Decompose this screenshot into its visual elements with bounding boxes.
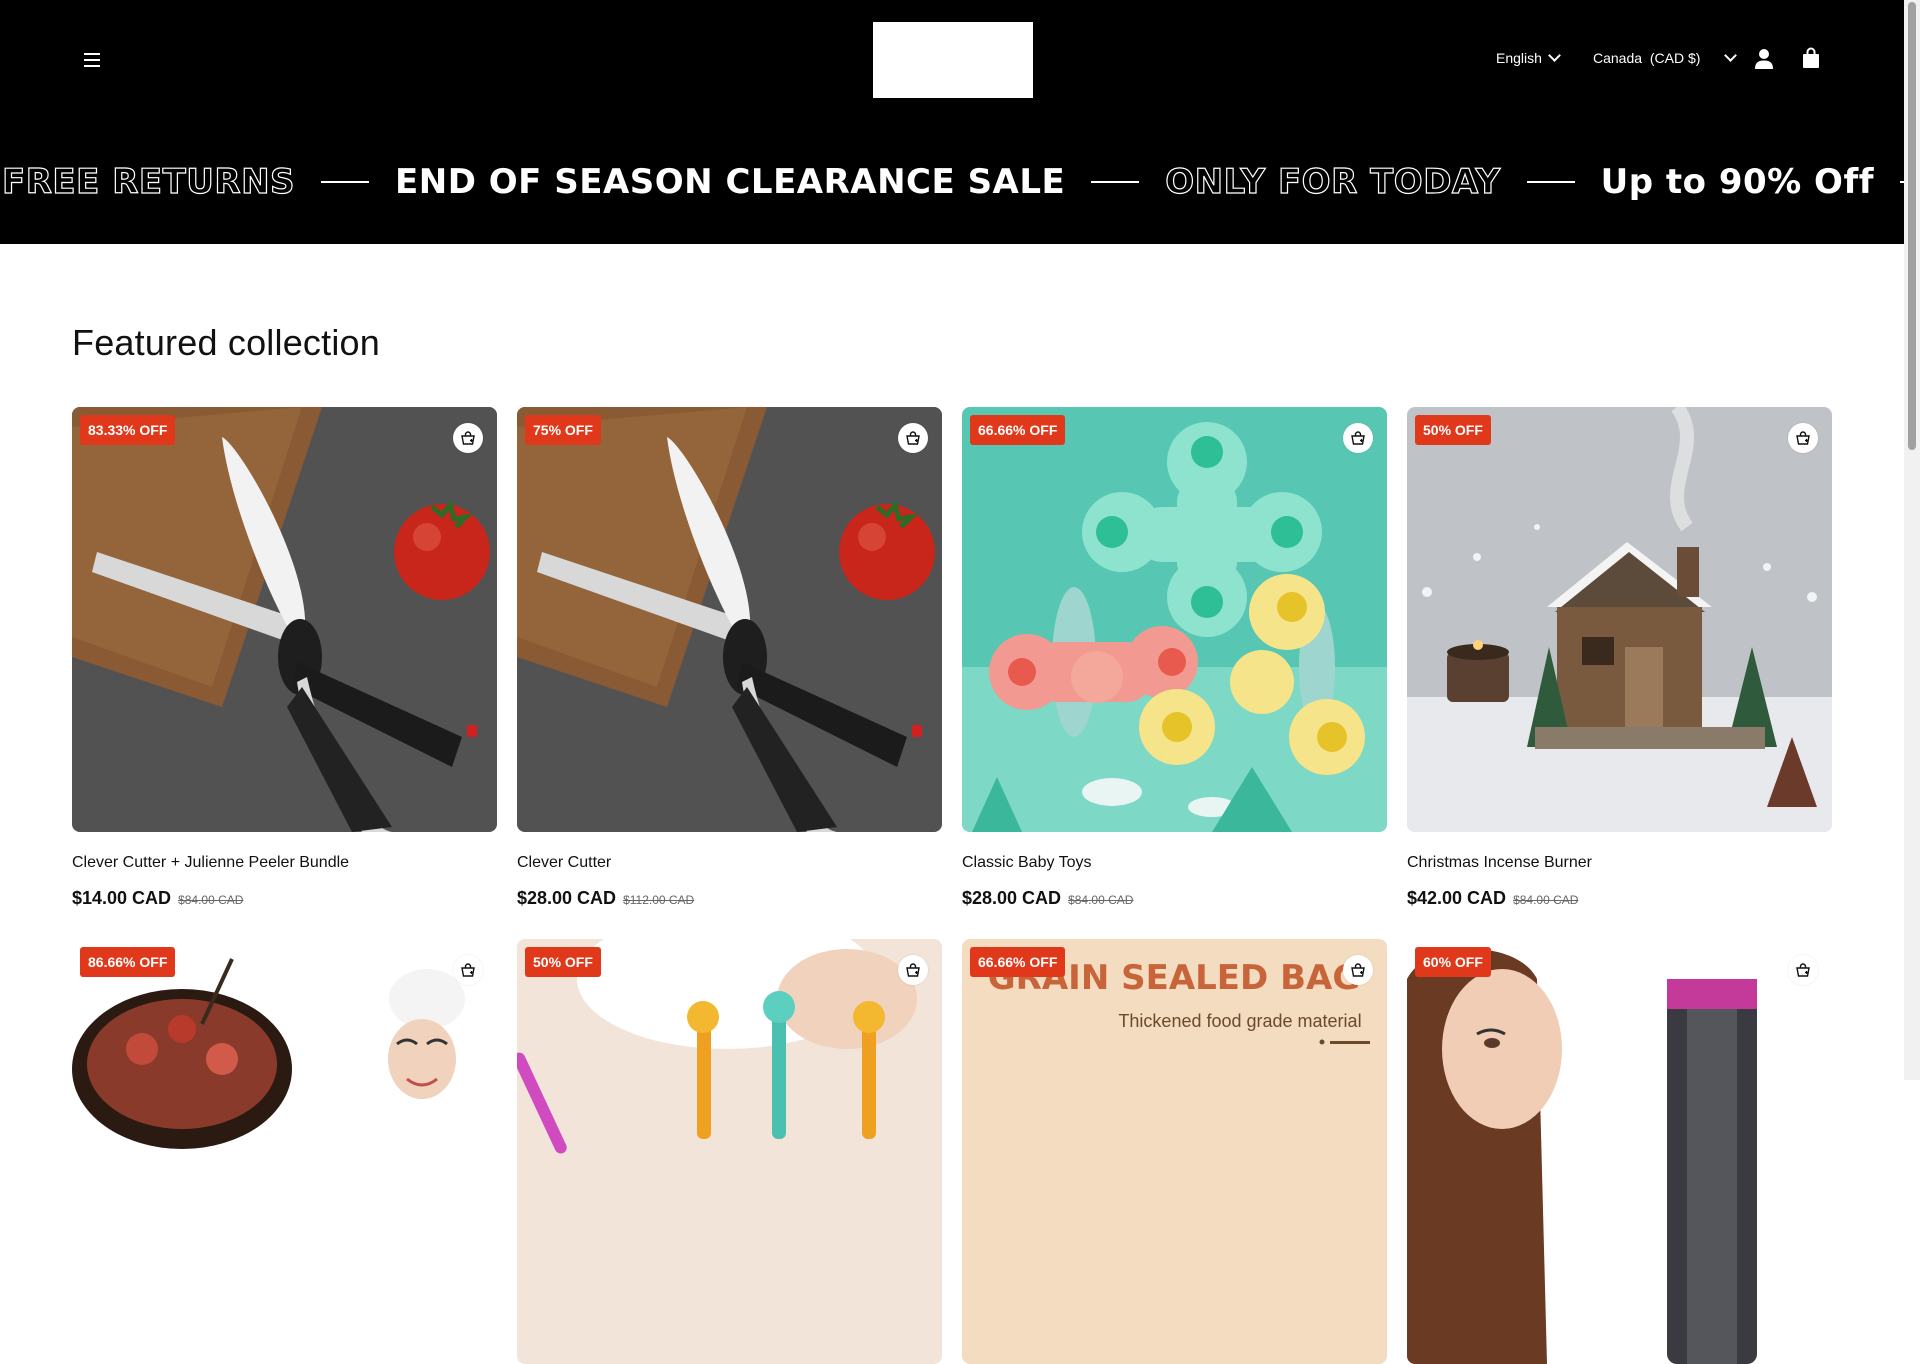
discount-badge: 50% OFF — [525, 947, 601, 977]
add-to-cart-icon — [1795, 962, 1811, 978]
quick-add-button[interactable] — [1788, 955, 1818, 985]
marquee-item: END OF SEASON CLEARANCE SALE — [395, 162, 1066, 202]
marquee-item: FREE RETURNS — [1, 161, 296, 202]
product-title[interactable]: Clever Cutter — [517, 854, 942, 872]
product-image[interactable]: 66.66% OFF — [962, 407, 1387, 832]
marquee-item: Up to 90% Off — [1600, 162, 1875, 202]
product-card[interactable]: 50% OFF Christmas Incense Burner $42.00 … — [1407, 407, 1832, 909]
discount-badge: 83.33% OFF — [80, 415, 176, 445]
product-title[interactable]: Classic Baby Toys — [962, 854, 1387, 872]
product-prices: $28.00 CAD $84.00 CAD — [962, 888, 1387, 909]
sale-price: $14.00 CAD — [72, 888, 172, 908]
product-image[interactable]: 86.66% OFF — [72, 939, 497, 1364]
compare-price: $84.00 CAD — [178, 893, 244, 907]
product-image[interactable]: 75% OFF — [517, 407, 942, 832]
sale-price: $28.00 CAD — [517, 888, 617, 908]
discount-badge: 86.66% OFF — [80, 947, 176, 977]
section-title: Featured collection — [72, 322, 380, 363]
currency-label: (CAD $) — [1649, 50, 1701, 66]
menu-icon[interactable] — [78, 46, 108, 74]
add-to-cart-icon — [460, 962, 476, 978]
discount-badge: 66.66% OFF — [970, 947, 1066, 977]
sale-price: $42.00 CAD — [1407, 888, 1507, 908]
quick-add-button[interactable] — [1343, 955, 1373, 985]
language-label: English — [1496, 50, 1542, 66]
product-card[interactable]: 86.66% OFF — [72, 939, 497, 1364]
product-image[interactable]: 50% OFF — [1407, 407, 1832, 832]
discount-badge: 60% OFF — [1415, 947, 1491, 977]
language-selector[interactable]: English — [1496, 49, 1561, 66]
chevron-down-icon — [1548, 49, 1561, 62]
quick-add-button[interactable] — [1343, 423, 1373, 453]
product-prices: $42.00 CAD $84.00 CAD — [1407, 888, 1832, 909]
quick-add-button[interactable] — [453, 955, 483, 985]
discount-badge: 66.66% OFF — [970, 415, 1066, 445]
add-to-cart-icon — [1350, 430, 1366, 446]
account-icon[interactable] — [1754, 48, 1774, 70]
quick-add-button[interactable] — [898, 955, 928, 985]
site-header: English Canada (CAD $) — [0, 0, 1904, 120]
product-image[interactable]: GRAIN SEALED BAG Thickened food grade ma… — [962, 939, 1387, 1364]
marquee-separator — [1526, 181, 1575, 183]
product-title[interactable]: Christmas Incense Burner — [1407, 854, 1832, 872]
quick-add-button[interactable] — [453, 423, 483, 453]
product-image[interactable]: 83.33% OFF — [72, 407, 497, 832]
marquee-track: FREE RETURNS END OF SEASON CLEARANCE SALE… — [0, 120, 1904, 244]
marquee-item: ONLY FOR TODAY — [1165, 161, 1501, 202]
product-prices: $28.00 CAD $112.00 CAD — [517, 888, 942, 909]
compare-price: $112.00 CAD — [623, 893, 695, 907]
quick-add-button[interactable] — [898, 423, 928, 453]
announcement-marquee: FREE RETURNS END OF SEASON CLEARANCE SALE… — [0, 120, 1904, 244]
add-to-cart-icon — [905, 962, 921, 978]
product-card[interactable]: 75% OFF Clever Cutter $28.00 CAD $112.00… — [517, 407, 942, 909]
marquee-separator — [321, 181, 370, 183]
product-image[interactable]: 50% OFF — [517, 939, 942, 1364]
store-logo[interactable] — [873, 22, 1033, 98]
country-label: Canada — [1593, 50, 1643, 66]
scrollbar-thumb[interactable] — [1908, 2, 1916, 450]
product-card[interactable]: 66.66% OFF Classic Baby Toys $28.00 CAD … — [962, 407, 1387, 909]
country-selector[interactable]: Canada (CAD $) — [1593, 49, 1738, 66]
product-image[interactable]: 60% OFF — [1407, 939, 1832, 1364]
cart-icon[interactable] — [1802, 47, 1820, 69]
image-subtext: Thickened food grade material — [1118, 1011, 1361, 1031]
add-to-cart-icon — [1350, 962, 1366, 978]
discount-badge: 50% OFF — [1415, 415, 1491, 445]
sale-price: $28.00 CAD — [962, 888, 1062, 908]
product-card[interactable]: 83.33% OFF Clever Cutter + Julienne Peel… — [72, 407, 497, 909]
add-to-cart-icon — [1795, 430, 1811, 446]
product-card[interactable]: 50% OFF — [517, 939, 942, 1364]
quick-add-button[interactable] — [1788, 423, 1818, 453]
compare-price: $84.00 CAD — [1068, 893, 1134, 907]
add-to-cart-icon — [905, 430, 921, 446]
discount-badge: 75% OFF — [525, 415, 601, 445]
product-card[interactable]: 60% OFF — [1407, 939, 1832, 1364]
add-to-cart-icon — [460, 430, 476, 446]
product-prices: $14.00 CAD $84.00 CAD — [72, 888, 497, 909]
chevron-down-icon — [1724, 49, 1738, 62]
page-scrollbar[interactable] — [1904, 0, 1920, 1080]
marquee-separator — [1091, 181, 1140, 183]
product-title[interactable]: Clever Cutter + Julienne Peeler Bundle — [72, 854, 497, 872]
compare-price: $84.00 CAD — [1513, 893, 1579, 907]
product-card[interactable]: GRAIN SEALED BAG Thickened food grade ma… — [962, 939, 1387, 1364]
